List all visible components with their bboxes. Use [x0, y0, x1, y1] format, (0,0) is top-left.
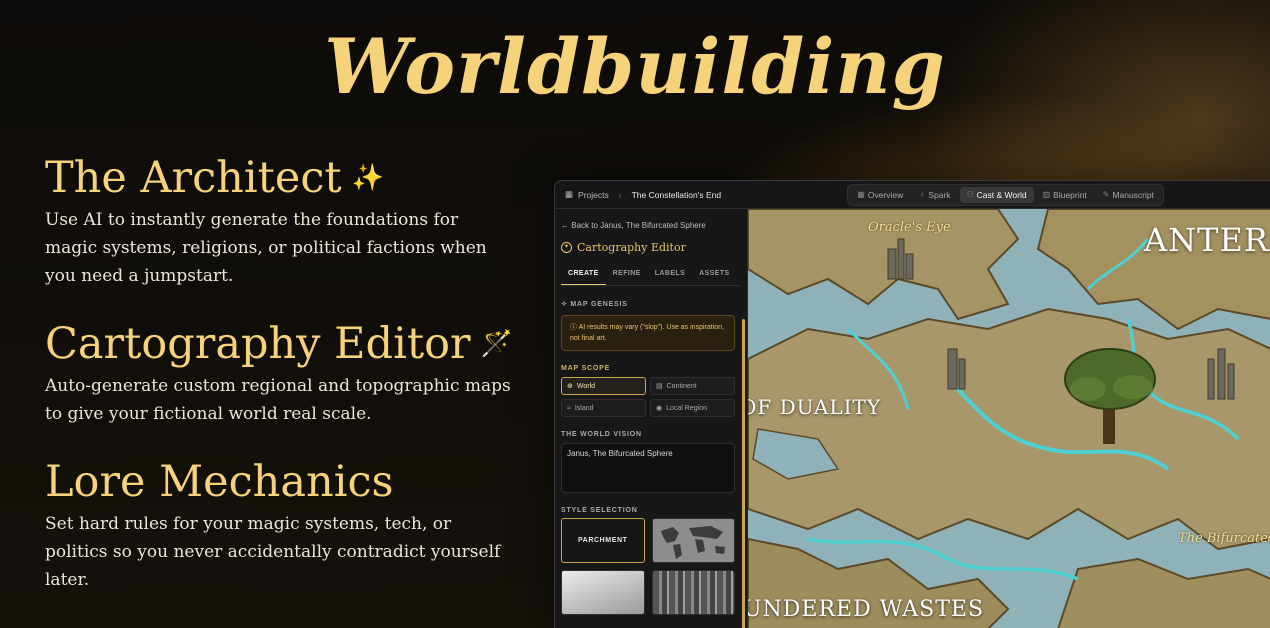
- pen-icon: ✎: [1102, 190, 1110, 199]
- feature-title: The Architect ✨: [45, 153, 385, 203]
- arrow-left-icon: ←: [561, 221, 572, 230]
- lightbulb-icon: ♀: [919, 190, 926, 199]
- magic-wand-icon: 🪄: [480, 329, 513, 359]
- info-icon: ⓘ: [570, 324, 579, 331]
- scope-local-region[interactable]: ◉ Local Region: [650, 399, 735, 417]
- map-label-wastes[interactable]: UNDERED WASTES: [748, 597, 984, 622]
- map-label-bifurcated[interactable]: The Bifurcated: [1178, 531, 1270, 546]
- scope-world[interactable]: ⊕ World: [561, 377, 646, 395]
- tab-overview[interactable]: ▦ Overview: [850, 187, 910, 203]
- editor-subtabs: CREATE REFINE LABELS ASSETS: [561, 264, 741, 286]
- feature-cartography: Cartography Editor 🪄 Auto-generate custom…: [45, 316, 515, 428]
- feature-title: Cartography Editor 🪄: [45, 319, 513, 369]
- pin-icon: ◉: [656, 405, 663, 412]
- world-vision-label: THE WORLD VISION: [561, 431, 642, 438]
- breadcrumb-projects[interactable]: Projects: [578, 190, 609, 200]
- feature-list: The Architect ✨ Use AI to instantly gener…: [45, 150, 515, 620]
- feature-lore: Lore Mechanics Set hard rules for your m…: [45, 454, 515, 594]
- style-city[interactable]: [651, 570, 735, 615]
- island-icon: ≈: [567, 404, 571, 412]
- sidebar-scrollbar[interactable]: [742, 319, 745, 628]
- feature-description: Set hard rules for your magic systems, t…: [45, 514, 501, 590]
- globe-icon: ⊕: [567, 383, 573, 390]
- grid-icon: ▦: [565, 189, 574, 199]
- sparkles-icon: ✨: [351, 163, 385, 193]
- breadcrumb: ▦ Projects › The Constellation's End: [565, 189, 721, 200]
- subtab-labels[interactable]: LABELS: [648, 264, 692, 285]
- ai-notice: ⓘ AI results may vary ("slop"). Use as i…: [561, 315, 735, 351]
- tab-blueprint[interactable]: ▥ Blueprint: [1036, 187, 1094, 203]
- style-options: PARCHMENT: [561, 518, 735, 615]
- grid-icon: ▦: [857, 190, 865, 199]
- breadcrumb-current: The Constellation's End: [631, 189, 722, 200]
- feature-title: Lore Mechanics: [45, 457, 394, 507]
- scope-continent[interactable]: ▤ Continent: [650, 377, 735, 395]
- world-vision-input[interactable]: Janus, The Bifurcated Sphere: [561, 443, 735, 493]
- scope-island[interactable]: ≈ Island: [561, 399, 646, 417]
- app-window: ▦ Projects › The Constellation's End ▦ Ov…: [554, 180, 1270, 628]
- people-icon: ⚇: [966, 190, 974, 199]
- columns-icon: ▥: [1042, 190, 1051, 199]
- chevron-right-icon: ›: [618, 189, 622, 200]
- subtab-create[interactable]: CREATE: [561, 264, 606, 285]
- feature-description: Use AI to instantly generate the foundat…: [45, 210, 487, 286]
- tab-cast-world[interactable]: ⚇ Cast & World: [959, 186, 1034, 203]
- nav-tabs: ▦ Overview ♀ Spark ⚇ Cast & World ▥ Blueprin…: [847, 183, 1164, 206]
- back-link[interactable]: ← Back to Janus, The Bifurcated Sphere: [555, 209, 747, 230]
- feature-architect: The Architect ✨ Use AI to instantly gener…: [45, 150, 515, 290]
- map-canvas[interactable]: Oracle's Eye ANTERA OF DUALITY The Bifur…: [748, 209, 1270, 628]
- editor-title: ✦ Cartography Editor: [561, 241, 741, 254]
- map-genesis-label: ✧ MAP GENESIS: [561, 301, 628, 308]
- feature-description: Auto-generate custom regional and topogr…: [45, 376, 511, 424]
- style-parchment[interactable]: PARCHMENT: [561, 518, 645, 563]
- subtab-refine[interactable]: REFINE: [606, 264, 648, 285]
- top-bar: ▦ Projects › The Constellation's End ▦ Ov…: [555, 181, 1270, 209]
- tab-spark[interactable]: ♀ Spark: [912, 187, 957, 203]
- scope-options: ⊕ World ▤ Continent ≈ Island ◉ Local Region: [561, 377, 735, 417]
- subtab-assets[interactable]: ASSETS: [692, 264, 736, 285]
- map-icon: ▤: [656, 383, 663, 390]
- map-label-antera[interactable]: ANTERA: [1144, 221, 1270, 259]
- style-sketch[interactable]: [561, 570, 645, 615]
- hero-title: Worldbuilding: [324, 22, 946, 111]
- map-label-duality[interactable]: OF DUALITY: [748, 395, 881, 419]
- tab-manuscript[interactable]: ✎ Manuscript: [1096, 187, 1161, 203]
- style-world-map[interactable]: [651, 518, 735, 563]
- style-selection-label: STYLE SELECTION: [561, 507, 638, 514]
- map-scope-label: MAP SCOPE: [561, 365, 611, 372]
- map-label-oracle[interactable]: Oracle's Eye: [868, 220, 951, 235]
- wand-icon: ✧: [561, 301, 571, 308]
- compass-icon: ✦: [561, 242, 572, 253]
- sidebar: ← Back to Janus, The Bifurcated Sphere ✦…: [555, 209, 748, 628]
